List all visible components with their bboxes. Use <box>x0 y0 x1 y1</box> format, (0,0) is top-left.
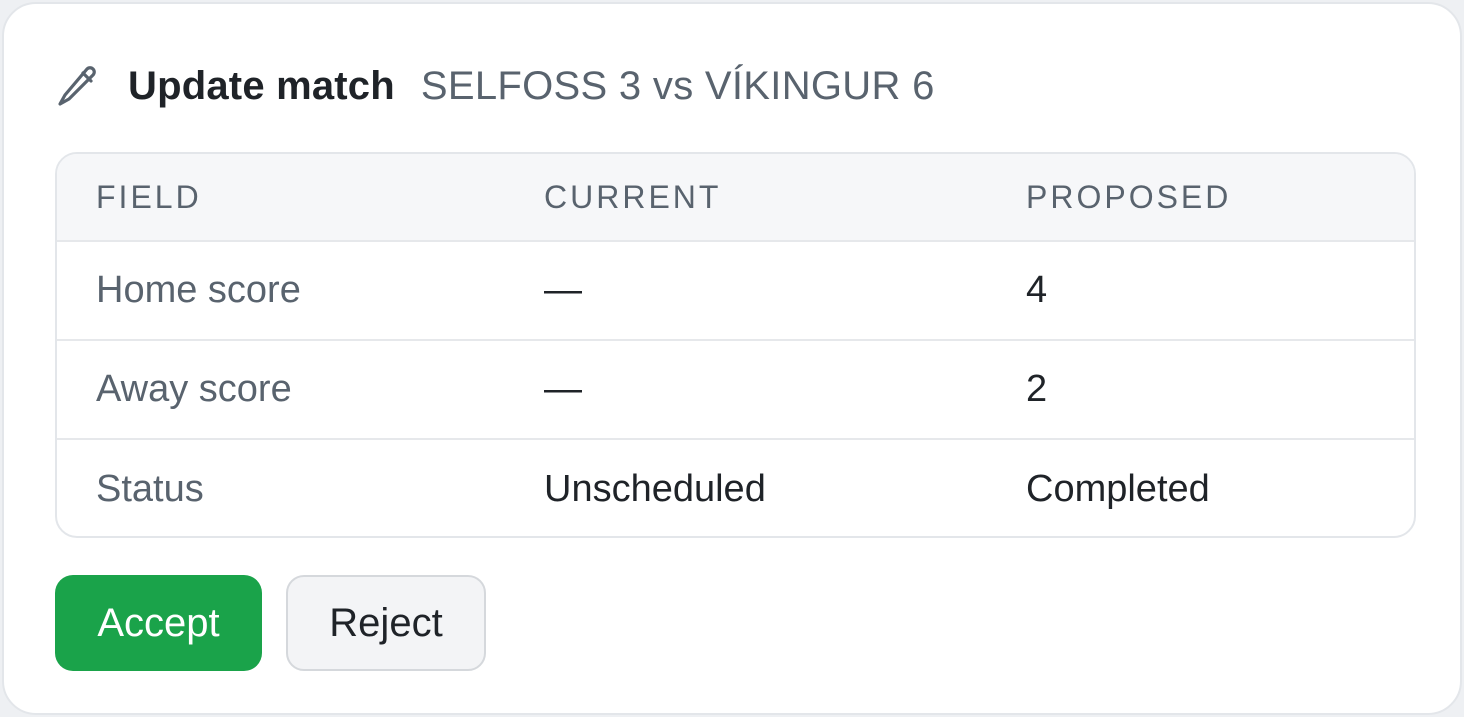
match-subtitle: SELFOSS 3 vs VÍKINGUR 6 <box>420 63 935 108</box>
action-buttons: Accept Reject <box>55 575 486 671</box>
table-row: Home score — 4 <box>57 241 1414 341</box>
card-header: Update match SELFOSS 3 vs VÍKINGUR 6 <box>54 60 935 112</box>
page-title: Update match <box>128 63 395 108</box>
table-row: Away score — 2 <box>57 340 1414 440</box>
pencil-icon <box>54 62 102 110</box>
accept-button[interactable]: Accept <box>55 575 262 671</box>
changes-table: FIELD CURRENT PROPOSED Home score — 4 Aw… <box>57 154 1414 536</box>
current-value-cell: — <box>505 241 987 341</box>
proposed-value-cell: 2 <box>987 340 1414 440</box>
column-header-field: FIELD <box>57 154 505 242</box>
proposed-value-cell: Completed <box>1026 467 1210 510</box>
table-header-row: FIELD CURRENT PROPOSED <box>57 154 1414 242</box>
table-row: Status Unscheduled Completed <box>57 439 1414 536</box>
column-header-proposed: PROPOSED <box>987 154 1414 242</box>
column-header-current: CURRENT <box>505 154 987 242</box>
field-cell: Home score <box>57 241 505 341</box>
field-cell: Away score <box>57 340 505 440</box>
field-cell: Status <box>96 467 204 510</box>
changes-table-container: FIELD CURRENT PROPOSED Home score — 4 Aw… <box>55 152 1416 538</box>
update-match-card: Update match SELFOSS 3 vs VÍKINGUR 6 FIE… <box>2 2 1462 715</box>
current-value-cell: Unscheduled <box>544 467 766 510</box>
reject-button[interactable]: Reject <box>286 575 486 671</box>
proposed-value-cell: 4 <box>987 241 1414 341</box>
current-value-cell: — <box>505 340 987 440</box>
